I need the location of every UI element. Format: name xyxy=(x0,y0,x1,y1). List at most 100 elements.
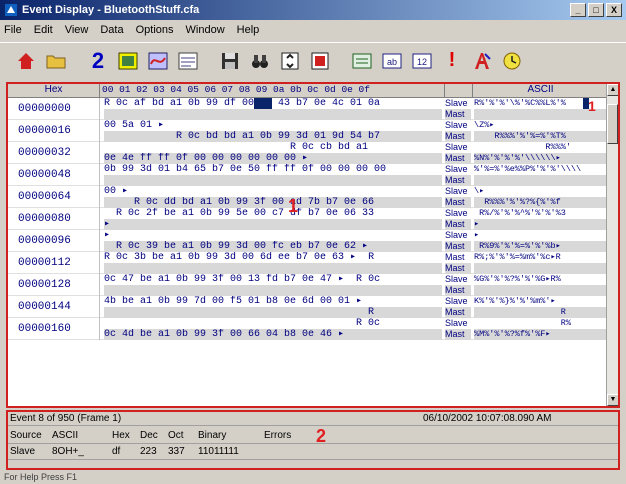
filter-button[interactable] xyxy=(308,49,332,73)
row-address: 00000048 xyxy=(8,164,100,186)
val-dec: 223 xyxy=(140,446,157,457)
menu-data[interactable]: Data xyxy=(100,24,123,36)
ab-button[interactable]: ab xyxy=(380,49,404,73)
save-button[interactable] xyxy=(218,49,242,73)
event-row[interactable]: 00000032 R 0c cb bd a1 0e 4e ff ff 0f 00… xyxy=(8,142,608,164)
menu-file[interactable]: File xyxy=(4,24,22,36)
event-row[interactable]: 00000144 4b be a1 0b 99 7d 00 f5 01 b8 0… xyxy=(8,296,608,318)
minimize-button[interactable]: _ xyxy=(570,3,586,17)
direction-label: Slave xyxy=(445,274,468,284)
hex-bytes-line[interactable]: 4b be a1 0b 99 7d 00 f5 01 b8 0e 6d 00 0… xyxy=(104,296,442,307)
event-row[interactable]: 00000096 ▸ R 0c 39 be a1 0b 99 3d 00 fc … xyxy=(8,230,608,252)
scroll-up-icon[interactable]: ▲ xyxy=(607,84,618,96)
event-rows: 00000000 R 0c af bd a1 0b 99 df 00 86 43… xyxy=(8,98,608,340)
errors-button[interactable]: ! xyxy=(440,49,464,73)
breakout-button[interactable] xyxy=(176,49,200,73)
home-button[interactable] xyxy=(14,49,38,73)
font-icon xyxy=(475,52,491,69)
ascii-line: R% xyxy=(474,318,571,328)
event-row[interactable]: 00000016 00 5a 01 ▸ R 0c bd bd a1 0b 99 … xyxy=(8,120,608,142)
find-button[interactable] xyxy=(248,49,272,73)
val-oct: 337 xyxy=(168,446,185,457)
hex-header: Hex xyxy=(8,84,100,98)
hex-bytes-line[interactable]: R 0c 2f be a1 0b 99 5e 00 c7 df b7 0e 06… xyxy=(104,208,442,219)
hex-bytes-line-alt[interactable]: R 0c bd bd a1 0b 99 3d 01 9d 54 b7 xyxy=(104,131,442,142)
open-button[interactable] xyxy=(44,49,68,73)
callout-marker-ascii: 1 xyxy=(588,98,596,114)
ascii-line-alt xyxy=(474,175,606,186)
hex-bytes-line[interactable]: 0c 47 be a1 0b 99 3f 00 13 fd b7 0e 47 ▸… xyxy=(104,274,442,285)
signal-button[interactable] xyxy=(146,49,170,73)
ascii-line-alt: %M%'%'%?%f%'%F▸ xyxy=(474,329,606,340)
direction-label-alt: Mast xyxy=(445,285,471,296)
ascii-line-alt xyxy=(474,263,606,274)
frame-display-button[interactable]: 2 xyxy=(86,47,110,73)
col-errors: Errors xyxy=(264,430,292,441)
hex-bytes-line-alt[interactable]: R xyxy=(104,307,442,318)
menu-view[interactable]: View xyxy=(65,24,89,36)
ascii-line: R%%%' xyxy=(474,142,571,152)
hex-bytes-line-alt[interactable]: 0e 4e ff ff 0f 00 00 00 00 00 00 ▸ xyxy=(104,153,442,164)
hex-bytes-line[interactable]: 00 ▸ xyxy=(104,186,442,197)
hex-bytes-line[interactable]: R 0c cb bd a1 xyxy=(104,142,442,153)
breakout-icon xyxy=(178,52,198,69)
direction-label: Mast xyxy=(445,252,465,262)
hex-bytes-line-alt[interactable]: 0c 4d be a1 0b 99 3f 00 66 04 b8 0e 46 ▸ xyxy=(104,329,442,340)
event-row[interactable]: 00000064 00 ▸ R 0c dd bd a1 0b 99 3f 00 … xyxy=(8,186,608,208)
goto-button[interactable] xyxy=(278,49,302,73)
menu-options[interactable]: Options xyxy=(136,24,174,36)
detail-value-row: Slave 8OH+_ df 223 337 11011111 xyxy=(8,444,618,460)
hex-bytes-line[interactable]: R 0c xyxy=(104,318,442,329)
event-row[interactable]: 00000048 0b 99 3d 01 b4 65 b7 0e 50 ff f… xyxy=(8,164,608,186)
hex-bytes-line-alt[interactable] xyxy=(104,263,442,274)
col-ascii: ASCII xyxy=(52,430,79,441)
direction-label: Slave xyxy=(445,208,468,218)
ascii-line: %G%'%'%?%'%'%G▸R% xyxy=(474,274,561,284)
ascii-line-alt: ▸ xyxy=(474,219,606,230)
menu-edit[interactable]: Edit xyxy=(34,24,53,36)
event-row[interactable]: 00000000 R 0c af bd a1 0b 99 df 00 86 43… xyxy=(8,98,608,120)
hex-bytes-line-alt[interactable]: R 0c dd bd a1 0b 99 3f 00 ad 7b b7 0e 66 xyxy=(104,197,442,208)
hex-bytes-line[interactable]: R 0c 3b be a1 0b 99 3d 00 6d ee b7 0e 63… xyxy=(104,252,442,263)
hex-bytes-line-alt[interactable]: ▸ xyxy=(104,219,442,230)
twelve-button[interactable]: 12 xyxy=(410,49,434,73)
vertical-scrollbar[interactable]: ▲ ▼ xyxy=(606,84,618,406)
scroll-thumb[interactable] xyxy=(607,104,618,144)
event-row[interactable]: 00000112 R 0c 3b be a1 0b 99 3d 00 6d ee… xyxy=(8,252,608,274)
font-button[interactable] xyxy=(470,49,494,73)
clock-icon xyxy=(503,52,521,69)
hex-bytes-line[interactable]: 0b 99 3d 01 b4 65 b7 0e 50 ff ff 0f 00 0… xyxy=(104,164,442,175)
signal-icon xyxy=(148,52,168,69)
hex-bytes-line-alt[interactable] xyxy=(104,175,442,186)
ascii-line: K%'%'%}%'%'%m%'▸ xyxy=(474,296,556,306)
exclamation-icon: ! xyxy=(448,49,456,71)
event-row[interactable]: 00000080 R 0c 2f be a1 0b 99 5e 00 c7 df… xyxy=(8,208,608,230)
menu-window[interactable]: Window xyxy=(186,24,225,36)
menu-help[interactable]: Help xyxy=(237,24,260,36)
hex-bytes-line-alt[interactable]: R 0c 39 be a1 0b 99 3d 00 fc eb b7 0e 62… xyxy=(104,241,442,252)
hex-bytes-line[interactable]: ▸ xyxy=(104,230,442,241)
hex-bytes-line-alt[interactable] xyxy=(104,109,442,120)
hex-bytes-line-alt[interactable] xyxy=(104,285,442,296)
hex-bytes-line[interactable]: 00 5a 01 ▸ xyxy=(104,120,442,131)
scroll-down-icon[interactable]: ▼ xyxy=(607,394,618,406)
floppy-icon xyxy=(222,52,238,69)
val-ascii: 8OH+_ xyxy=(52,446,84,457)
event-row[interactable]: 00000128 0c 47 be a1 0b 99 3f 00 13 fd b… xyxy=(8,274,608,296)
col-dec: Dec xyxy=(140,430,158,441)
event-display-button[interactable] xyxy=(116,49,140,73)
row-address: 00000160 xyxy=(8,318,100,340)
maximize-button[interactable]: □ xyxy=(588,3,604,17)
hex-bytes-line[interactable]: R 0c af bd a1 0b 99 df 00 86 43 b7 0e 4c… xyxy=(104,98,442,109)
val-source: Slave xyxy=(10,446,36,457)
selected-byte-highlight xyxy=(254,98,272,109)
frame-two-label: 2 xyxy=(91,47,105,73)
event-info-line: Event 8 of 950 (Frame 1) 06/10/2002 10:0… xyxy=(8,412,618,426)
timer-button[interactable] xyxy=(500,49,524,73)
ascii-line: \▸ xyxy=(474,186,485,196)
close-button[interactable]: X xyxy=(606,3,622,17)
event-row[interactable]: 00000160 R 0c 0c 4d be a1 0b 99 3f 00 66… xyxy=(8,318,608,340)
col-oct: Oct xyxy=(168,430,184,441)
hex-view-button[interactable] xyxy=(350,49,374,73)
detail-grid: Source ASCII Hex Dec Oct Binary Errors S… xyxy=(8,428,618,460)
